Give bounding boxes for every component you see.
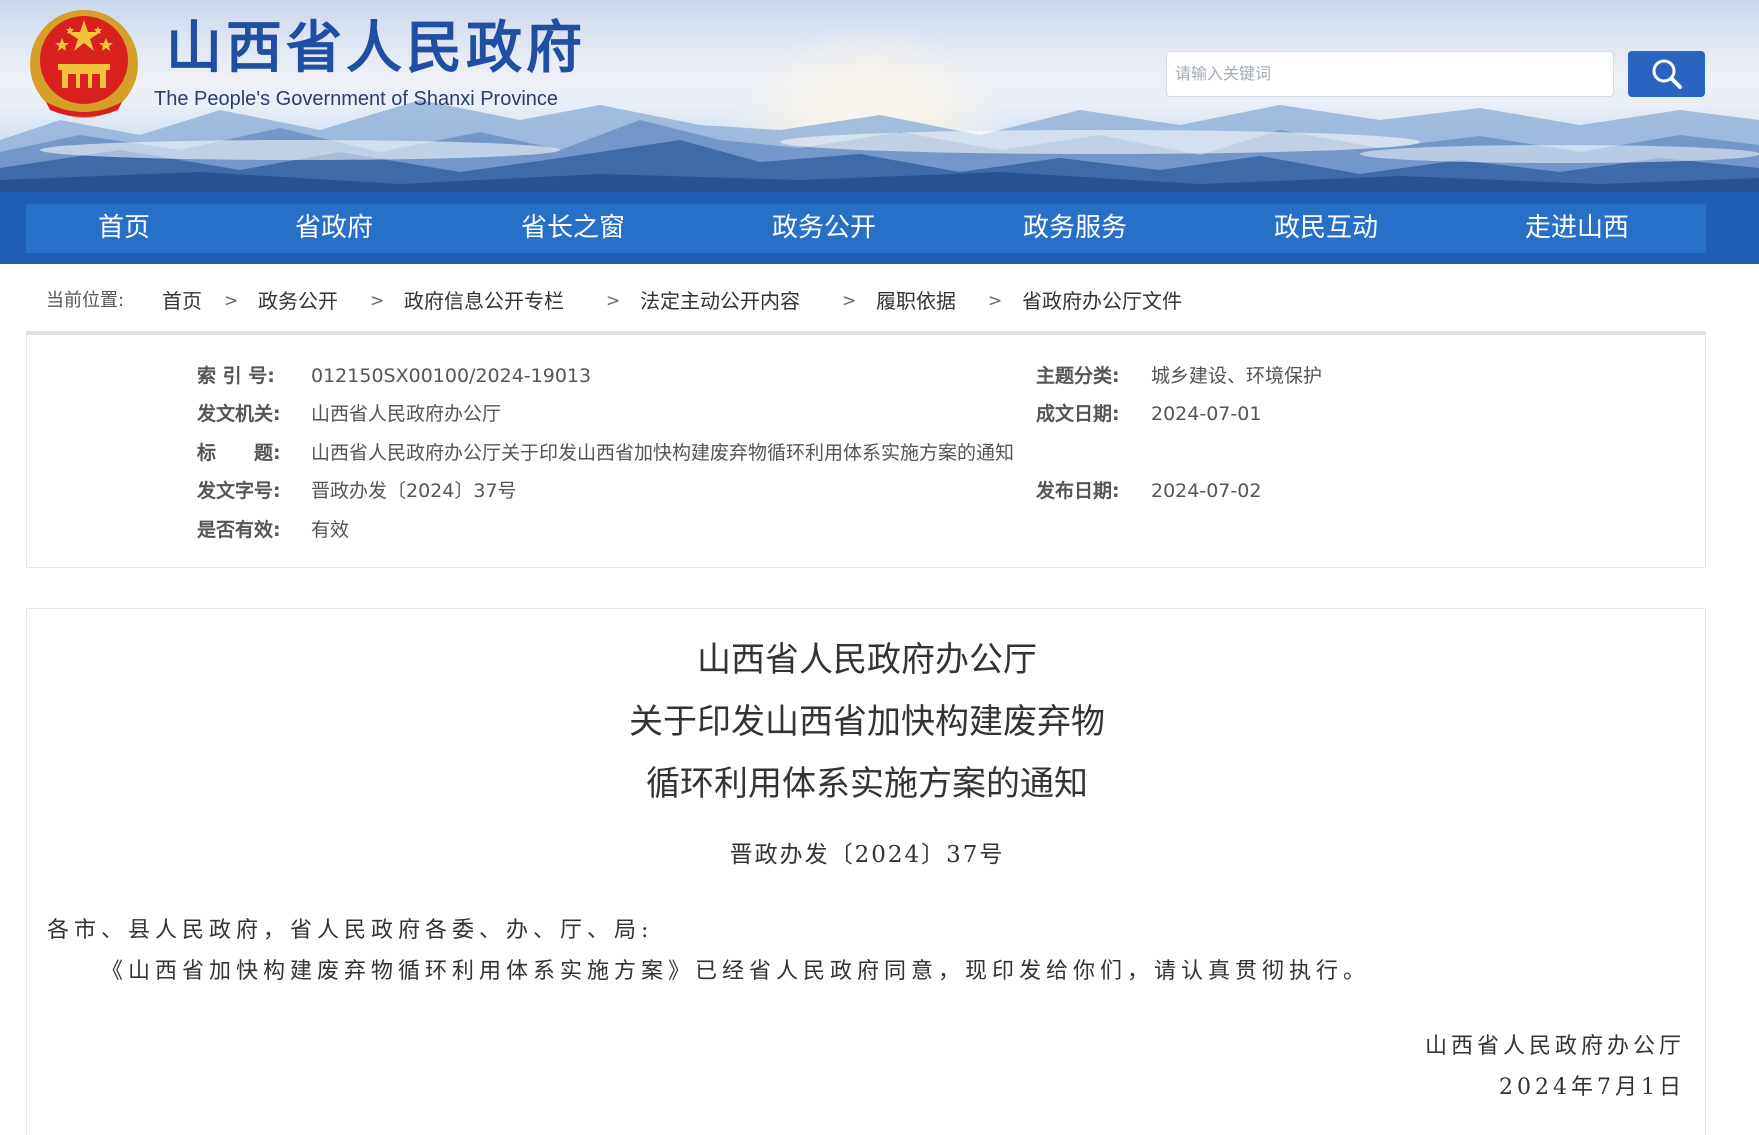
index-number-label: 索 引 号: (197, 365, 275, 387)
nav-item-about-shanxi[interactable]: 走进山西 (1525, 204, 1629, 253)
article-title-line-3: 循环利用体系实施方案的通知 (646, 764, 1088, 804)
salutation: 各市、县人民政府，省人民政府各委、办、厅、局: (47, 918, 654, 943)
breadcrumb-separator: > (224, 291, 239, 311)
nav-item-provincial-government[interactable]: 省政府 (295, 204, 373, 253)
breadcrumb-item-statutory-content[interactable]: 法定主动公开内容 (640, 286, 800, 316)
nav-item-public-interaction[interactable]: 政民互动 (1274, 204, 1378, 253)
national-emblem-icon (30, 10, 138, 118)
breadcrumb-item-duty-basis[interactable]: 履职依据 (876, 286, 956, 316)
written-date-value: 2024-07-01 (1151, 403, 1262, 425)
article-title-line-2: 关于印发山西省加快构建废弃物 (629, 702, 1105, 742)
main-nav-inner: 首页 省政府 省长之窗 政务公开 政务服务 政民互动 走进山西 (26, 204, 1706, 253)
main-nav: 首页 省政府 省长之窗 政务公开 政务服务 政民互动 走进山西 (0, 192, 1759, 264)
nav-item-home[interactable]: 首页 (98, 204, 150, 253)
document-number-label: 发文字号: (197, 480, 281, 502)
article-title-line-1: 山西省人民政府办公厅 (697, 640, 1037, 680)
document-number-value: 晋政办发〔2024〕37号 (311, 480, 517, 502)
breadcrumb-label: 当前位置: (46, 290, 125, 311)
breadcrumb-separator: > (988, 291, 1003, 311)
topic-category-value: 城乡建设、环境保护 (1151, 365, 1323, 387)
nav-item-governor-window[interactable]: 省长之窗 (521, 204, 625, 253)
breadcrumb-item-government-affairs[interactable]: 政务公开 (258, 286, 338, 316)
breadcrumb-item-info-disclosure[interactable]: 政府信息公开专栏 (404, 286, 564, 316)
paragraph: 《山西省加快构建废弃物循环利用体系实施方案》已经省人民政府同意，现印发给你们，请… (101, 959, 1371, 984)
breadcrumb-separator: > (842, 291, 857, 311)
issuing-agency-value: 山西省人民政府办公厅 (311, 403, 502, 425)
breadcrumb-item-home[interactable]: 首页 (162, 286, 202, 316)
search-input[interactable] (1166, 51, 1614, 97)
title-value: 山西省人民政府办公厅关于印发山西省加快构建废弃物循环利用体系实施方案的通知 (311, 442, 1015, 464)
document-metadata-panel: 索 引 号: 012150SX00100/2024-19013 主题分类: 城乡… (26, 335, 1706, 568)
topic-category-label: 主题分类: (1036, 365, 1120, 387)
breadcrumb-item-office-documents[interactable]: 省政府办公厅文件 (1022, 286, 1182, 316)
nav-item-government-affairs-disclosure[interactable]: 政务公开 (772, 204, 876, 253)
title-label: 标 题: (197, 442, 281, 464)
issuing-agency-label: 发文机关: (197, 403, 281, 425)
index-number-value: 012150SX00100/2024-19013 (311, 365, 592, 387)
site-subtitle: The People's Government of Shanxi Provin… (154, 88, 559, 110)
breadcrumb-separator: > (606, 291, 621, 311)
search-button[interactable] (1628, 51, 1705, 97)
signature: 山西省人民政府办公厅 (1424, 1034, 1685, 1059)
header-banner: 山西省人民政府 The People's Government of Shanx… (0, 0, 1759, 192)
article-document-number: 晋政办发〔2024〕37号 (729, 842, 1005, 868)
publish-date-label: 发布日期: (1036, 480, 1120, 502)
site-title[interactable]: 山西省人民政府 (166, 14, 586, 84)
breadcrumb-separator: > (370, 291, 385, 311)
article-body: 山西省人民政府办公厅 关于印发山西省加快构建废弃物 循环利用体系实施方案的通知 … (26, 608, 1706, 1135)
signature-date: 2024年7月1日 (1499, 1075, 1685, 1100)
written-date-label: 成文日期: (1036, 403, 1120, 425)
publish-date-value: 2024-07-02 (1151, 480, 1262, 502)
validity-value: 有效 (311, 519, 350, 541)
nav-item-government-services[interactable]: 政务服务 (1023, 204, 1127, 253)
validity-label: 是否有效: (197, 519, 281, 541)
search-icon (1652, 59, 1682, 89)
